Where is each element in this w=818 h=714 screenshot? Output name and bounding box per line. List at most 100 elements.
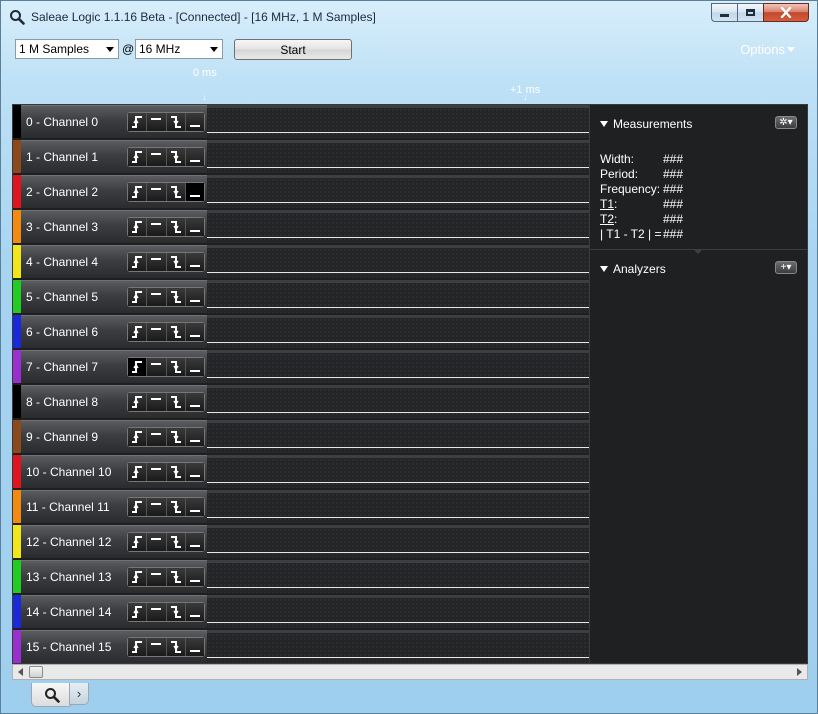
trigger-high-level-button[interactable] <box>147 498 167 516</box>
trigger-rising-edge-button[interactable] <box>128 393 148 411</box>
trigger-low-level-button[interactable] <box>185 533 204 551</box>
trigger-rising-edge-button[interactable] <box>128 603 148 621</box>
trigger-low-level-button[interactable] <box>185 323 204 341</box>
trigger-high-level-button[interactable] <box>147 148 167 166</box>
channel-label-area[interactable]: 2 - Channel 2 <box>21 175 207 208</box>
trigger-falling-edge-button[interactable] <box>166 393 186 411</box>
channel-row[interactable]: 11 - Channel 11 <box>13 490 589 525</box>
channel-label-area[interactable]: 3 - Channel 3 <box>21 210 207 243</box>
channel-waveform-area[interactable] <box>207 175 589 208</box>
measurements-header[interactable]: Measurements <box>600 117 692 131</box>
trigger-low-level-button[interactable] <box>185 568 204 586</box>
channel-label-area[interactable]: 0 - Channel 0 <box>21 105 207 138</box>
trigger-low-level-button[interactable] <box>185 463 204 481</box>
channel-row[interactable]: 6 - Channel 6 <box>13 315 589 350</box>
tab-next[interactable]: › <box>69 683 89 705</box>
channel-label-area[interactable]: 4 - Channel 4 <box>21 245 207 278</box>
channel-waveform-area[interactable] <box>207 595 589 628</box>
channel-label-area[interactable]: 9 - Channel 9 <box>21 420 207 453</box>
minimize-button[interactable] <box>711 3 737 22</box>
channel-label-area[interactable]: 14 - Channel 14 <box>21 595 207 628</box>
channel-row[interactable]: 2 - Channel 2 <box>13 175 589 210</box>
scroll-left-icon[interactable] <box>18 668 23 676</box>
channel-waveform-area[interactable] <box>207 385 589 418</box>
trigger-low-level-button[interactable] <box>185 603 204 621</box>
trigger-low-level-button[interactable] <box>185 428 204 446</box>
trigger-rising-edge-button[interactable] <box>128 323 148 341</box>
trigger-falling-edge-button[interactable] <box>166 638 186 656</box>
channel-waveform-area[interactable] <box>207 140 589 173</box>
trigger-falling-edge-button[interactable] <box>166 113 186 131</box>
trigger-high-level-button[interactable] <box>147 288 167 306</box>
channel-waveform-area[interactable] <box>207 210 589 243</box>
trigger-low-level-button[interactable] <box>185 393 204 411</box>
trigger-rising-edge-button[interactable] <box>128 638 148 656</box>
trigger-falling-edge-button[interactable] <box>166 533 186 551</box>
channel-row[interactable]: 8 - Channel 8 <box>13 385 589 420</box>
trigger-falling-edge-button[interactable] <box>166 498 186 516</box>
channel-row[interactable]: 10 - Channel 10 <box>13 455 589 490</box>
channel-row[interactable]: 15 - Channel 15 <box>13 630 589 665</box>
add-analyzer-button[interactable]: +▾ <box>775 261 797 274</box>
trigger-falling-edge-button[interactable] <box>166 428 186 446</box>
trigger-high-level-button[interactable] <box>147 253 167 271</box>
trigger-rising-edge-button[interactable] <box>128 288 148 306</box>
channel-waveform-area[interactable] <box>207 630 589 663</box>
scroll-right-icon[interactable] <box>797 668 802 676</box>
trigger-high-level-button[interactable] <box>147 218 167 236</box>
maximize-button[interactable] <box>737 3 763 22</box>
channel-label-area[interactable]: 7 - Channel 7 <box>21 350 207 383</box>
channel-label-area[interactable]: 13 - Channel 13 <box>21 560 207 593</box>
channel-label-area[interactable]: 6 - Channel 6 <box>21 315 207 348</box>
channel-label-area[interactable]: 1 - Channel 1 <box>21 140 207 173</box>
trigger-falling-edge-button[interactable] <box>166 148 186 166</box>
channel-row[interactable]: 12 - Channel 12 <box>13 525 589 560</box>
measurement-key[interactable]: T1 <box>600 197 614 211</box>
trigger-low-level-button[interactable] <box>185 218 204 236</box>
trigger-high-level-button[interactable] <box>147 428 167 446</box>
channel-row[interactable]: 1 - Channel 1 <box>13 140 589 175</box>
trigger-low-level-button[interactable] <box>185 288 204 306</box>
trigger-low-level-button[interactable] <box>185 183 204 201</box>
trigger-high-level-button[interactable] <box>147 183 167 201</box>
trigger-rising-edge-button[interactable] <box>128 253 148 271</box>
channel-row[interactable]: 13 - Channel 13 <box>13 560 589 595</box>
trigger-high-level-button[interactable] <box>147 463 167 481</box>
channel-waveform-area[interactable] <box>207 455 589 488</box>
channel-label-area[interactable]: 10 - Channel 10 <box>21 455 207 488</box>
trigger-falling-edge-button[interactable] <box>166 253 186 271</box>
trigger-falling-edge-button[interactable] <box>166 358 186 376</box>
options-menu[interactable]: Options <box>740 42 795 57</box>
channel-waveform-area[interactable] <box>207 560 589 593</box>
trigger-high-level-button[interactable] <box>147 568 167 586</box>
trigger-high-level-button[interactable] <box>147 358 167 376</box>
channel-row[interactable]: 0 - Channel 0 <box>13 105 589 140</box>
measurement-key[interactable]: T2 <box>600 212 614 226</box>
trigger-falling-edge-button[interactable] <box>166 568 186 586</box>
trigger-falling-edge-button[interactable] <box>166 603 186 621</box>
channel-waveform-area[interactable] <box>207 245 589 278</box>
channel-row[interactable]: 7 - Channel 7 <box>13 350 589 385</box>
channel-label-area[interactable]: 11 - Channel 11 <box>21 490 207 523</box>
rate-select[interactable]: 16 MHz <box>135 39 223 59</box>
channel-label-area[interactable]: 12 - Channel 12 <box>21 525 207 558</box>
samples-select[interactable]: 1 M Samples <box>15 39 119 59</box>
trigger-falling-edge-button[interactable] <box>166 323 186 341</box>
channel-row[interactable]: 9 - Channel 9 <box>13 420 589 455</box>
channel-label-area[interactable]: 5 - Channel 5 <box>21 280 207 313</box>
trigger-high-level-button[interactable] <box>147 638 167 656</box>
channel-row[interactable]: 14 - Channel 14 <box>13 595 589 630</box>
channel-waveform-area[interactable] <box>207 420 589 453</box>
channel-row[interactable]: 3 - Channel 3 <box>13 210 589 245</box>
start-button[interactable]: Start <box>234 39 352 60</box>
trigger-falling-edge-button[interactable] <box>166 463 186 481</box>
channel-row[interactable]: 4 - Channel 4 <box>13 245 589 280</box>
channel-row[interactable]: 5 - Channel 5 <box>13 280 589 315</box>
tab-search[interactable] <box>31 683 73 707</box>
horizontal-scrollbar[interactable] <box>12 664 808 680</box>
measurements-settings-button[interactable]: ✲▾ <box>775 116 797 129</box>
trigger-low-level-button[interactable] <box>185 113 204 131</box>
channel-waveform-area[interactable] <box>207 525 589 558</box>
trigger-rising-edge-button[interactable] <box>128 113 148 131</box>
channel-waveform-area[interactable] <box>207 105 589 138</box>
